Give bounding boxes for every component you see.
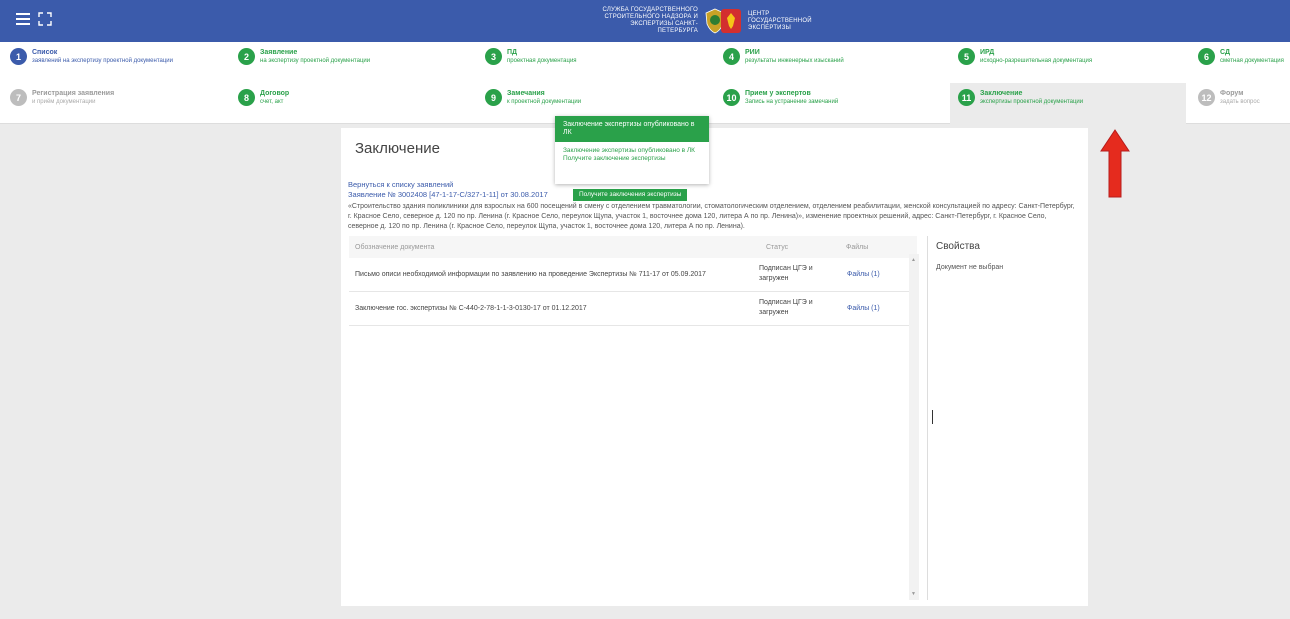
back-to-list-link[interactable]: Вернуться к списку заявлений [348, 180, 453, 189]
step-rii[interactable]: 4 РИИ результаты инженерных изысканий [723, 42, 943, 83]
step-contract[interactable]: 8 Договор счет, акт [238, 83, 458, 124]
org-block-left: СЛУЖБА ГОСУДАРСТВЕННОГО СТРОИТЕЛЬНОГО НА… [596, 6, 726, 36]
step-registration[interactable]: 7 Регистрация заявления и приём документа… [10, 83, 230, 124]
step-number: 10 [723, 89, 740, 106]
notification-body: Заключение экспертизы опубликовано в ЛК … [555, 142, 709, 168]
main-card: Заключение Вернуться к списку заявлений … [341, 128, 1088, 606]
step-application[interactable]: 2 Заявление на экспертизу проектной докум… [238, 42, 458, 83]
step-title: Прием у экспертов [745, 90, 811, 97]
step-subtitle: задать вопрос [1220, 99, 1260, 105]
panel-splitter[interactable] [932, 410, 933, 424]
step-list[interactable]: 1 Список заявлений на экспертизу проектно… [10, 42, 230, 83]
step-subtitle: заявлений на экспертизу проектной докуме… [32, 58, 173, 64]
step-title: ИРД [980, 49, 995, 56]
step-title: ПД [507, 49, 518, 56]
scroll-down-icon[interactable]: ▼ [911, 591, 916, 597]
step-subtitle: Запись на устранение замечаний [745, 99, 839, 105]
step-subtitle: на экспертизу проектной документации [260, 58, 371, 64]
get-conclusion-button[interactable]: Получите заключения экспертизы [573, 189, 688, 201]
step-number: 6 [1198, 48, 1215, 65]
hamburger-menu-icon[interactable] [16, 13, 30, 25]
step-conclusion[interactable]: 11 Заключение экспертизы проектной докуме… [950, 83, 1186, 124]
properties-empty-text: Документ не выбран [936, 264, 1004, 271]
page-title: Заключение [355, 140, 440, 157]
step-pd[interactable]: 3 ПД проектная документация [485, 42, 705, 83]
step-number: 4 [723, 48, 740, 65]
eagle-emblem-icon [721, 9, 741, 33]
org-name-left: СЛУЖБА ГОСУДАРСТВЕННОГО СТРОИТЕЛЬНОГО НА… [602, 7, 698, 34]
step-subtitle: к проектной документации [507, 99, 582, 105]
properties-title: Свойства [936, 241, 980, 252]
step-subtitle: и приём документации [32, 99, 96, 105]
step-subtitle: сметная документация [1220, 58, 1284, 64]
step-subtitle: проектная документация [507, 58, 577, 64]
documents-table: Обозначение документа Статус Файлы Письм… [349, 236, 917, 600]
step-number: 11 [958, 89, 975, 106]
step-number: 2 [238, 48, 255, 65]
column-header-files[interactable]: Файлы [846, 244, 868, 251]
top-bar: СЛУЖБА ГОСУДАРСТВЕННОГО СТРОИТЕЛЬНОГО НА… [0, 0, 1290, 42]
notification-line: Заключение экспертизы опубликовано в ЛК [563, 147, 695, 154]
step-title: РИИ [745, 49, 760, 56]
step-ird[interactable]: 5 ИРД исходно-разрешительная документация [958, 42, 1178, 83]
step-sd[interactable]: 6 СД сметная документация [1198, 42, 1290, 83]
column-header-name[interactable]: Обозначение документа [355, 244, 434, 251]
org-block-right: ЦЕНТР ГОСУДАРСТВЕННОЙ ЭКСПЕРТИЗЫ [720, 6, 828, 36]
table-scrollbar[interactable]: ▲ ▼ [909, 254, 919, 600]
files-link[interactable]: Файлы (1) [847, 305, 880, 312]
step-number: 1 [10, 48, 27, 65]
scroll-up-icon[interactable]: ▲ [911, 257, 916, 263]
step-title: Список [32, 49, 58, 56]
object-description: «Строительство здания поликлиники для вз… [348, 203, 1075, 230]
notification-line: Получите заключение экспертизы [563, 155, 666, 162]
step-title: Регистрация заявления [32, 90, 115, 97]
red-arrow-annotation-icon [1100, 129, 1130, 198]
step-subtitle: счет, акт [260, 99, 284, 105]
step-subtitle: экспертизы проектной документации [980, 99, 1084, 105]
step-title: Заключение [980, 90, 1023, 97]
table-row[interactable]: Письмо описи необходимой информации по з… [349, 258, 917, 292]
org-name-right: ЦЕНТР ГОСУДАРСТВЕННОЙ ЭКСПЕРТИЗЫ [748, 10, 812, 31]
fullscreen-icon[interactable] [38, 12, 52, 26]
properties-panel: Свойства Документ не выбран [927, 236, 1083, 600]
step-number: 7 [10, 89, 27, 106]
step-number: 12 [1198, 89, 1215, 106]
notification-popup[interactable]: Заключение экспертизы опубликовано в ЛК … [555, 116, 709, 184]
step-number: 5 [958, 48, 975, 65]
document-name: Заключение гос. экспертизы № С-440-2-78-… [355, 305, 587, 312]
step-title: Форум [1220, 90, 1244, 97]
column-header-status[interactable]: Статус [766, 244, 788, 251]
document-status: Подписан ЦГЭ и загружен [759, 299, 813, 316]
step-navigation: 1 Список заявлений на экспертизу проектно… [0, 42, 1290, 124]
step-title: Замечания [507, 90, 545, 97]
table-header: Обозначение документа Статус Файлы [349, 236, 917, 258]
step-forum[interactable]: 12 Форум задать вопрос [1198, 83, 1290, 124]
step-number: 3 [485, 48, 502, 65]
step-subtitle: исходно-разрешительная документация [980, 58, 1093, 64]
document-name: Письмо описи необходимой информации по з… [355, 271, 706, 278]
step-title: Заявление [260, 49, 298, 56]
step-title: Договор [260, 90, 290, 97]
notification-heading: Заключение экспертизы опубликовано в ЛК [555, 116, 709, 142]
step-expert-reception[interactable]: 10 Прием у экспертов Запись на устранение… [723, 83, 943, 124]
table-row[interactable]: Заключение гос. экспертизы № С-440-2-78-… [349, 292, 917, 326]
application-number: Заявление № 3002408 [47-1-17-С/327-1-11]… [348, 190, 548, 199]
step-number: 8 [238, 89, 255, 106]
files-link[interactable]: Файлы (1) [847, 271, 880, 278]
step-number: 9 [485, 89, 502, 106]
step-subtitle: результаты инженерных изысканий [745, 58, 844, 64]
document-status: Подписан ЦГЭ и загружен [759, 265, 813, 282]
step-title: СД [1220, 49, 1230, 56]
